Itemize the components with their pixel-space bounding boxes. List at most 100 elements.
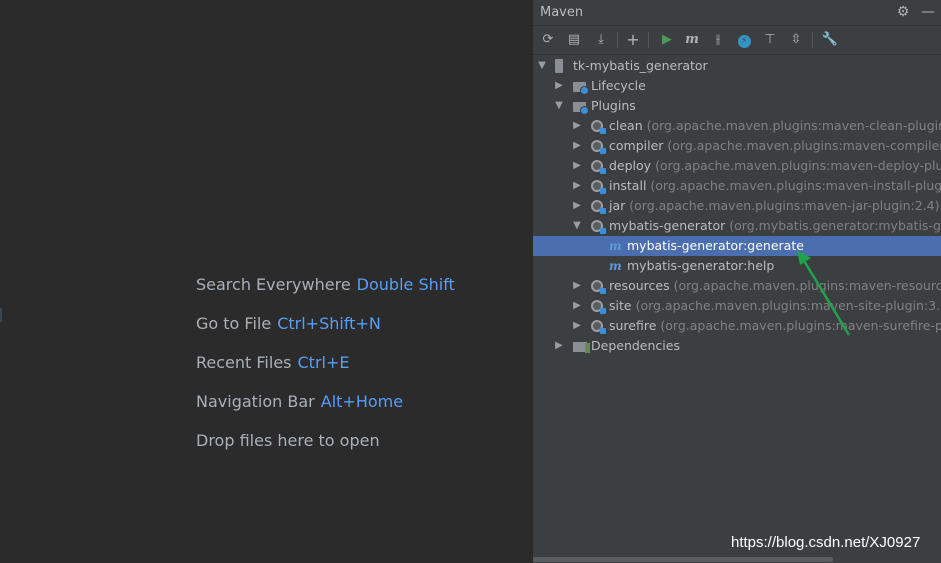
plugin-coordinates: (org.apache.maven.plugins:maven-surefire… — [660, 318, 941, 333]
maven-goal-icon[interactable]: m — [682, 30, 702, 50]
expanded-arrow-icon[interactable]: ▼ — [553, 96, 565, 116]
maven-title: Maven — [540, 5, 584, 20]
tree-node-plugin[interactable]: ▶ install (org.apache.maven.plugins:mave… — [533, 176, 941, 196]
collapsed-arrow-icon[interactable]: ▶ — [571, 276, 583, 296]
tree-node-plugin[interactable]: ▶ compiler (org.apache.maven.plugins:mav… — [533, 136, 941, 156]
tree-node-lifecycle[interactable]: ▶ Lifecycle — [533, 76, 941, 96]
plugin-name: site — [609, 298, 632, 313]
collapsed-arrow-icon[interactable]: ▶ — [571, 316, 583, 336]
plugin-name: compiler — [609, 138, 664, 153]
hint-label: Drop files here to open — [196, 431, 380, 450]
tree-node-label: Lifecycle — [591, 78, 646, 93]
refresh-icon[interactable]: ⟳ — [538, 30, 558, 50]
editor-empty-area[interactable]: Search Everywhere Double Shift Go to File… — [0, 0, 532, 563]
tree-node-dependencies[interactable]: ▶ Dependencies — [533, 336, 941, 356]
collapsed-arrow-icon[interactable]: ▶ — [553, 336, 565, 356]
hint-shortcut: Ctrl+Shift+N — [277, 314, 381, 333]
folder-icon — [573, 82, 589, 95]
plugin-coordinates: (org.apache.maven.plugins:maven-install-… — [650, 178, 941, 193]
hint-search-everywhere: Search Everywhere Double Shift — [196, 274, 455, 296]
expanded-arrow-icon[interactable]: ▼ — [571, 216, 583, 236]
toolbar-separator — [812, 32, 813, 48]
plugin-name: install — [609, 178, 647, 193]
hint-label: Recent Files — [196, 353, 292, 372]
tree-node-project[interactable]: ▼ tk-mybatis_generator — [533, 56, 941, 76]
plugin-icon — [591, 180, 606, 194]
plugin-coordinates: (org.mybatis.generator:mybatis-gener — [729, 218, 941, 233]
hint-shortcut: Alt+Home — [320, 392, 404, 411]
tree-node-plugin[interactable]: ▶ resources (org.apache.maven.plugins:ma… — [533, 276, 941, 296]
tree-node-plugin[interactable]: ▶ surefire (org.apache.maven.plugins:mav… — [533, 316, 941, 336]
goal-label: mybatis-generator:help — [627, 258, 775, 273]
plugin-coordinates: (org.apache.maven.plugins:maven-compiler… — [667, 138, 941, 153]
toolbar-separator — [617, 32, 618, 48]
toggle-offline-icon[interactable]: ⫲ — [708, 30, 728, 50]
tree-node-plugin[interactable]: ▶ clean (org.apache.maven.plugins:maven-… — [533, 116, 941, 136]
tree-node-plugin[interactable]: ▼ mybatis-generator (org.mybatis.generat… — [533, 216, 941, 236]
watermark-text: https://blog.csdn.net/XJ0927 — [731, 534, 921, 551]
tree-node-plugin[interactable]: ▶ deploy (org.apache.maven.plugins:maven… — [533, 156, 941, 176]
minimize-icon[interactable]: — — [919, 3, 937, 21]
tree-node-plugins[interactable]: ▼ Plugins — [533, 96, 941, 116]
maven-goal-icon: m — [609, 239, 622, 253]
plugin-name: surefire — [609, 318, 657, 333]
plugin-icon — [591, 320, 606, 334]
expanded-arrow-icon[interactable]: ▼ — [536, 56, 548, 76]
collapsed-arrow-icon[interactable]: ▶ — [571, 196, 583, 216]
hint-go-to-file: Go to File Ctrl+Shift+N — [196, 313, 381, 335]
tree-node-plugin[interactable]: ▶ site (org.apache.maven.plugins:maven-s… — [533, 296, 941, 316]
horizontal-scrollbar[interactable] — [533, 557, 833, 562]
goal-label: mybatis-generator:generate — [627, 238, 804, 253]
maven-tool-window: Maven ⚙ — ⟳ ▤ ⤓ + ▶ m ⫲ ⚡ ⊤ ⇳ 🔧 ▼ tk-myb… — [532, 0, 941, 563]
hint-shortcut: Ctrl+E — [297, 353, 350, 372]
settings-wrench-icon[interactable]: 🔧 — [820, 30, 840, 50]
tree-node-goal-generate[interactable]: m mybatis-generator:generate — [533, 236, 941, 256]
collapse-all-icon[interactable]: ⇳ — [786, 30, 806, 50]
plugin-icon — [591, 300, 606, 314]
gear-icon[interactable]: ⚙ — [894, 3, 912, 21]
maven-project-icon — [555, 59, 563, 73]
maven-header: Maven ⚙ — — [533, 0, 941, 26]
generate-sources-icon[interactable]: ▤ — [564, 30, 584, 50]
collapsed-arrow-icon[interactable]: ▶ — [571, 176, 583, 196]
plugin-icon — [591, 120, 606, 134]
plugin-name: clean — [609, 118, 643, 133]
hint-label: Search Everywhere — [196, 275, 351, 294]
plugin-coordinates: (org.apache.maven.plugins:maven-deploy-p… — [655, 158, 941, 173]
maven-goal-icon: m — [609, 259, 622, 273]
hint-label: Navigation Bar — [196, 392, 315, 411]
plugin-icon — [591, 160, 606, 174]
hint-label: Go to File — [196, 314, 272, 333]
collapsed-arrow-icon[interactable]: ▶ — [571, 116, 583, 136]
tree-node-goal-help[interactable]: m mybatis-generator:help — [533, 256, 941, 276]
hint-navigation-bar: Navigation Bar Alt+Home — [196, 391, 403, 413]
collapsed-arrow-icon[interactable]: ▶ — [553, 76, 565, 96]
plugin-coordinates: (org.apache.maven.plugins:maven-site-plu… — [635, 298, 941, 313]
tree-node-label: Dependencies — [591, 338, 680, 353]
tree-node-label: Plugins — [591, 98, 636, 113]
plugin-icon — [591, 200, 606, 214]
plugin-name: deploy — [609, 158, 652, 173]
show-dependencies-icon[interactable]: ⊤ — [760, 30, 780, 50]
collapsed-arrow-icon[interactable]: ▶ — [571, 136, 583, 156]
plugin-name: resources — [609, 278, 670, 293]
plugin-name: jar — [609, 198, 626, 213]
plugin-name: mybatis-generator — [609, 218, 726, 233]
skip-tests-icon[interactable]: ⚡ — [734, 30, 754, 50]
plugin-icon — [591, 140, 606, 154]
plugin-icon — [591, 220, 606, 234]
toolbar-separator — [648, 32, 649, 48]
tree-node-plugin[interactable]: ▶ jar (org.apache.maven.plugins:maven-ja… — [533, 196, 941, 216]
collapsed-arrow-icon[interactable]: ▶ — [571, 296, 583, 316]
hint-shortcut: Double Shift — [356, 275, 455, 294]
hint-recent-files: Recent Files Ctrl+E — [196, 352, 349, 374]
run-icon[interactable]: ▶ — [657, 30, 677, 50]
download-icon[interactable]: ⤓ — [591, 30, 611, 50]
tree-node-label: tk-mybatis_generator — [573, 58, 708, 73]
add-icon[interactable]: + — [623, 30, 643, 50]
maven-project-tree[interactable]: ▼ tk-mybatis_generator ▶ Lifecycle ▼ Plu… — [533, 56, 941, 563]
plugin-coordinates: (org.apache.maven.plugins:maven-resource… — [673, 278, 941, 293]
editor-gutter-marker — [0, 308, 2, 322]
hint-drop-files: Drop files here to open — [196, 430, 380, 452]
collapsed-arrow-icon[interactable]: ▶ — [571, 156, 583, 176]
